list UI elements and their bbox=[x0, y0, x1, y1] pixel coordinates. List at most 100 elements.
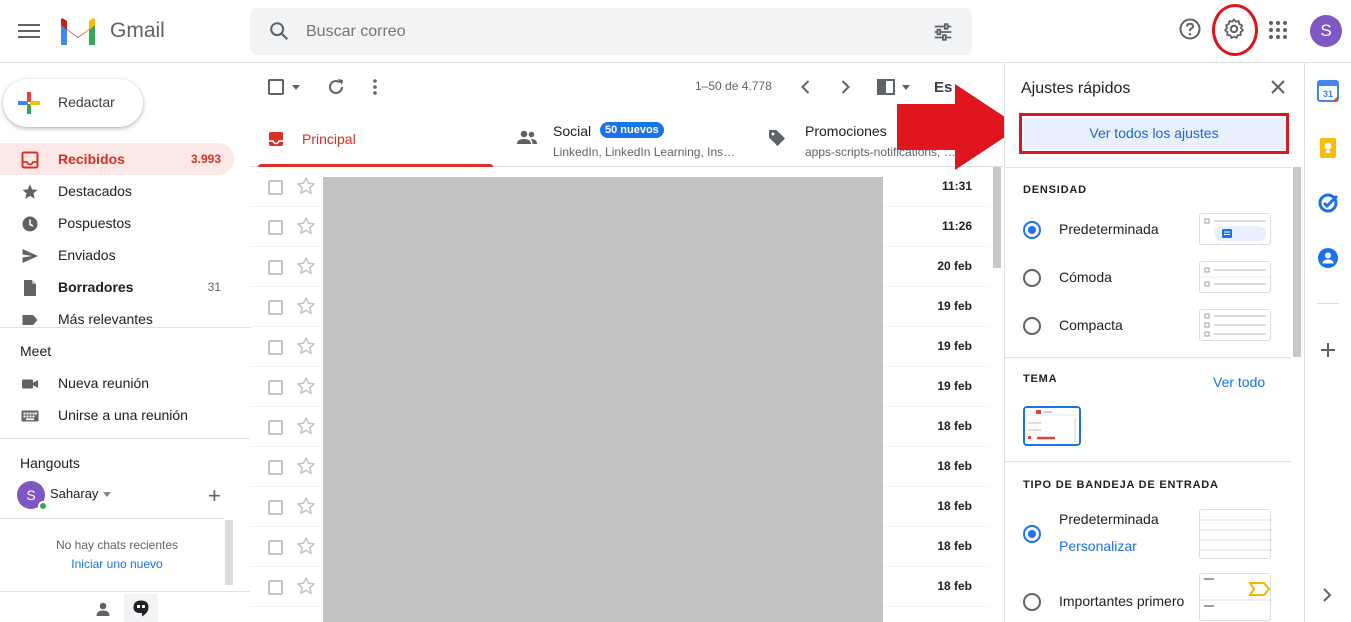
more-vertical-icon[interactable] bbox=[372, 78, 378, 96]
tab-principal[interactable]: Principal bbox=[250, 111, 500, 167]
nav-item-starred[interactable]: Destacados bbox=[0, 175, 234, 207]
density-default-preview-icon bbox=[1204, 218, 1266, 241]
inbox-type-option-important-first[interactable]: Importantes primero bbox=[1023, 573, 1283, 622]
nav-label: Pospuestos bbox=[58, 215, 132, 231]
email-row-star[interactable] bbox=[296, 296, 316, 321]
density-option-default[interactable]: Predeterminada bbox=[1023, 213, 1283, 245]
quick-settings-panel: Ajustes rápidos Ver todos los ajustes DE… bbox=[1004, 63, 1304, 622]
tab-label: Principal bbox=[302, 131, 356, 147]
close-icon[interactable] bbox=[1270, 79, 1286, 95]
email-row-star[interactable] bbox=[296, 576, 316, 601]
email-row-checkbox[interactable] bbox=[268, 340, 283, 355]
nav-item-snoozed[interactable]: Pospuestos bbox=[0, 207, 234, 239]
radio-button-selected[interactable] bbox=[1023, 221, 1041, 239]
email-row-star[interactable] bbox=[296, 376, 316, 401]
see-all-settings-button[interactable]: Ver todos los ajustes bbox=[1019, 113, 1289, 154]
email-row-checkbox[interactable] bbox=[268, 580, 283, 595]
email-row-checkbox[interactable] bbox=[268, 380, 283, 395]
email-row-star[interactable] bbox=[296, 176, 316, 201]
email-row-star[interactable] bbox=[296, 456, 316, 481]
email-row-checkbox[interactable] bbox=[268, 300, 283, 315]
tasks-icon[interactable] bbox=[1317, 192, 1339, 214]
split-pane-icon[interactable] bbox=[877, 79, 895, 95]
gmail-app: Gmail S Redactar Recibidos 3.993 bbox=[0, 0, 1351, 622]
star-outline-icon[interactable] bbox=[296, 376, 316, 396]
hangouts-user[interactable]: S Saharay bbox=[17, 481, 217, 511]
new-chat-plus-icon[interactable]: + bbox=[208, 483, 221, 509]
star-outline-icon[interactable] bbox=[296, 576, 316, 596]
search-input[interactable] bbox=[306, 20, 866, 44]
contacts-icon[interactable] bbox=[1317, 247, 1339, 269]
start-new-chat-link[interactable]: Iniciar uno nuevo bbox=[0, 557, 234, 571]
email-row-checkbox[interactable] bbox=[268, 420, 283, 435]
inbox-type-option-default[interactable]: Predeterminada Personalizar bbox=[1023, 509, 1283, 563]
search-icon[interactable] bbox=[268, 20, 290, 42]
gmail-logo-icon[interactable] bbox=[58, 16, 98, 46]
video-camera-icon bbox=[22, 379, 38, 389]
main-menu-icon[interactable] bbox=[18, 20, 40, 42]
nav-item-inbox[interactable]: Recibidos 3.993 bbox=[0, 143, 234, 175]
tab-social[interactable]: Social 50 nuevos LinkedIn, LinkedIn Lear… bbox=[502, 111, 752, 167]
hangouts-tab-active[interactable] bbox=[124, 594, 158, 622]
person-icon[interactable] bbox=[95, 601, 111, 617]
quick-settings-scrollbar[interactable] bbox=[1293, 167, 1301, 357]
customize-link[interactable]: Personalizar bbox=[1059, 538, 1137, 554]
email-row-checkbox[interactable] bbox=[268, 220, 283, 235]
help-icon[interactable] bbox=[1178, 17, 1202, 41]
email-row-star[interactable] bbox=[296, 216, 316, 241]
theme-see-all-link[interactable]: Ver todo bbox=[1213, 374, 1265, 390]
add-addon-plus-icon[interactable] bbox=[1317, 339, 1339, 361]
email-row-checkbox[interactable] bbox=[268, 260, 283, 275]
select-all-checkbox[interactable] bbox=[268, 79, 284, 95]
theme-preview-thumbnail[interactable] bbox=[1023, 406, 1081, 446]
divider bbox=[1317, 303, 1339, 304]
density-option-comfortable[interactable]: Cómoda bbox=[1023, 261, 1283, 293]
next-page-icon[interactable] bbox=[841, 80, 850, 94]
calendar-icon[interactable]: 31 bbox=[1317, 80, 1339, 102]
chevron-down-icon[interactable] bbox=[292, 85, 300, 90]
apps-grid-icon[interactable] bbox=[1267, 17, 1289, 41]
email-row-star[interactable] bbox=[296, 496, 316, 521]
star-outline-icon[interactable] bbox=[296, 416, 316, 436]
star-outline-icon[interactable] bbox=[296, 336, 316, 356]
email-row-checkbox[interactable] bbox=[268, 180, 283, 195]
compose-button[interactable]: Redactar bbox=[3, 79, 143, 127]
nav-item-sent[interactable]: Enviados bbox=[0, 239, 234, 271]
hangouts-user-name: Saharay bbox=[50, 486, 99, 501]
email-row-checkbox[interactable] bbox=[268, 460, 283, 475]
star-outline-icon[interactable] bbox=[296, 256, 316, 276]
radio-button[interactable] bbox=[1023, 317, 1041, 335]
email-row-star[interactable] bbox=[296, 256, 316, 281]
search-options-icon[interactable] bbox=[932, 21, 954, 43]
email-row-star[interactable] bbox=[296, 416, 316, 441]
search-bar[interactable] bbox=[250, 8, 972, 55]
radio-button[interactable] bbox=[1023, 269, 1041, 287]
account-avatar[interactable]: S bbox=[1310, 15, 1342, 47]
divider bbox=[0, 327, 250, 328]
keep-notes-icon[interactable] bbox=[1317, 137, 1339, 159]
density-option-compact[interactable]: Compacta bbox=[1023, 309, 1283, 341]
clock-icon bbox=[22, 216, 38, 232]
nav-item-important[interactable]: Más relevantes bbox=[0, 303, 234, 335]
star-outline-icon[interactable] bbox=[296, 536, 316, 556]
mail-list-scrollbar[interactable] bbox=[993, 167, 1001, 268]
email-row-checkbox[interactable] bbox=[268, 500, 283, 515]
hangouts-scrollbar[interactable] bbox=[225, 520, 233, 585]
nav-item-drafts[interactable]: Borradores 31 bbox=[0, 271, 234, 303]
star-outline-icon[interactable] bbox=[296, 216, 316, 236]
email-row-star[interactable] bbox=[296, 536, 316, 561]
expand-side-panel-chevron-icon[interactable] bbox=[1321, 587, 1333, 603]
meet-join-meeting[interactable]: Unirse a una reunión bbox=[0, 399, 234, 431]
email-row-checkbox[interactable] bbox=[268, 540, 283, 555]
star-outline-icon[interactable] bbox=[296, 496, 316, 516]
refresh-icon[interactable] bbox=[327, 78, 345, 96]
meet-new-meeting[interactable]: Nueva reunión bbox=[0, 367, 234, 399]
radio-button[interactable] bbox=[1023, 593, 1041, 611]
prev-page-icon[interactable] bbox=[801, 80, 810, 94]
radio-button-selected[interactable] bbox=[1023, 525, 1041, 543]
star-outline-icon[interactable] bbox=[296, 456, 316, 476]
email-row-star[interactable] bbox=[296, 336, 316, 361]
draft-file-icon bbox=[24, 280, 36, 296]
star-outline-icon[interactable] bbox=[296, 176, 316, 196]
star-outline-icon[interactable] bbox=[296, 296, 316, 316]
